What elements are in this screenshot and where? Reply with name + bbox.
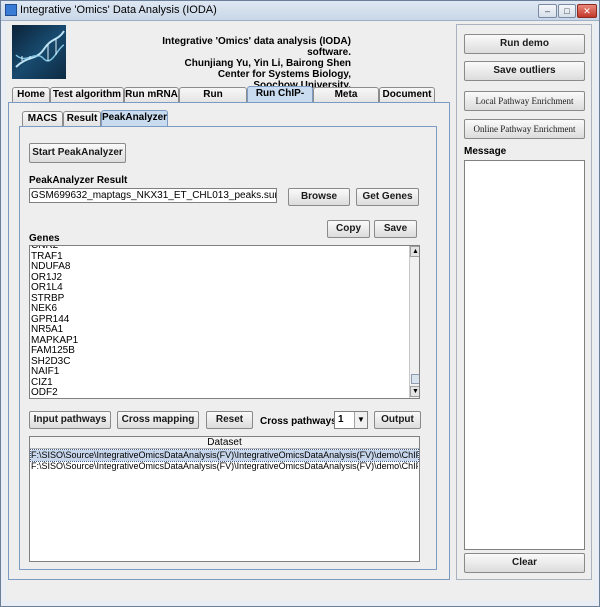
genes-scrollbar[interactable]: ▲ ▼ (409, 246, 419, 398)
cross-pathways-value: 1 (338, 414, 344, 425)
run-demo-button[interactable]: Run demo (464, 34, 585, 54)
message-label: Message (464, 146, 507, 157)
client-area: Integrative 'Omics' data analysis (IODA)… (6, 21, 594, 601)
gene-list-item[interactable]: NDUFA8 (31, 261, 70, 272)
cross-mapping-button[interactable]: Cross mapping (117, 411, 199, 429)
tab-run-chip-seq[interactable]: Run ChIP-seq (247, 86, 313, 113)
close-button[interactable]: ✕ (577, 4, 597, 18)
header-text: Integrative 'Omics' data analysis (IODA)… (126, 36, 351, 91)
cross-pathways-label: Cross pathways (260, 416, 337, 427)
right-panel: Run demo Save outliers Local Pathway Enr… (456, 24, 592, 580)
tab-run-microrna[interactable]: Run microRNA (179, 87, 247, 114)
local-pathway-enrichment-button[interactable]: Local Pathway Enrichment (464, 91, 585, 111)
tab-document[interactable]: Document (379, 87, 435, 102)
tab-test-algorithm[interactable]: Test algorithm (50, 87, 124, 102)
gene-list-item[interactable]: NR5A1 (31, 324, 63, 335)
tab-home[interactable]: Home (12, 87, 50, 102)
reset-button[interactable]: Reset (206, 411, 253, 429)
copy-button[interactable]: Copy (327, 220, 370, 238)
gene-list-item[interactable]: OR1L4 (31, 282, 63, 293)
gene-list-item[interactable]: FAM125B (31, 345, 75, 356)
gene-list-item[interactable]: MAPKAP1 (31, 335, 78, 346)
scroll-thumb[interactable] (411, 374, 419, 384)
peakanalyzer-result-field[interactable]: GSM699632_maptags_NKX31_ET_CHL013_peaks.… (29, 188, 277, 203)
input-pathways-button[interactable]: Input pathways (29, 411, 111, 429)
gene-list-item[interactable]: TRAF1 (31, 251, 63, 262)
chip-seq-panel: MACS Result PeakAnalyzer Start PeakAnaly… (8, 102, 450, 580)
cross-pathways-select[interactable]: 1 ▼ (334, 411, 368, 429)
save-button[interactable]: Save (374, 220, 417, 238)
gene-list-item[interactable]: NEK6 (31, 303, 57, 314)
subtab-macs[interactable]: MACS (22, 111, 63, 126)
subtab-peakanalyzer[interactable]: PeakAnalyzer (101, 110, 168, 126)
genes-list[interactable]: CNR2 TRAF1 NDUFA8 OR1J2 OR1L4 STRBP NEK6 GPR144… (29, 245, 420, 399)
dna-helix-icon (15, 30, 65, 68)
title-bar[interactable]: Integrative 'Omics' Data Analysis (IODA)… (1, 1, 599, 21)
gene-list-item[interactable]: ODF2 (31, 387, 58, 398)
dna-logo (12, 25, 66, 79)
window-title: Integrative 'Omics' Data Analysis (IODA) (20, 4, 217, 16)
gene-list-item[interactable]: STRBP (31, 293, 64, 304)
dataset-header: Dataset (30, 437, 419, 449)
gene-list-item[interactable]: CIZ1 (31, 377, 53, 388)
scroll-down-icon[interactable]: ▼ (410, 386, 419, 397)
header-line1: Integrative 'Omics' data analysis (IODA)… (162, 36, 351, 58)
start-peakanalyzer-button[interactable]: Start PeakAnalyzer (29, 143, 126, 163)
get-genes-button[interactable]: Get Genes (356, 188, 419, 206)
maximize-button[interactable]: □ (558, 4, 576, 18)
peakanalyzer-panel: Start PeakAnalyzer PeakAnalyzer Result G… (19, 126, 437, 570)
gene-list-item[interactable]: GPR144 (31, 314, 69, 325)
scroll-up-icon[interactable]: ▲ (410, 246, 419, 257)
dataset-row[interactable]: F:\SISO\Source\IntegrativeOmicsDataAnaly… (31, 461, 418, 472)
tab-run-mrna[interactable]: Run mRNA (124, 87, 179, 102)
dataset-table[interactable]: Dataset F:\SISO\Source\IntegrativeOmicsD… (29, 436, 420, 562)
dataset-row[interactable]: F:\SISO\Source\IntegrativeOmicsDataAnaly… (30, 449, 419, 462)
browse-button[interactable]: Browse (288, 188, 350, 206)
gene-list-item[interactable]: SH2D3C (31, 356, 70, 367)
genes-label: Genes (29, 233, 60, 244)
online-pathway-enrichment-button[interactable]: Online Pathway Enrichment (464, 119, 585, 139)
message-area[interactable] (464, 160, 585, 550)
output-button[interactable]: Output (374, 411, 421, 429)
app-icon (5, 4, 17, 16)
header-line3: Center for Systems Biology, (217, 69, 351, 80)
subtab-result[interactable]: Result (63, 111, 101, 126)
gene-list-item[interactable]: NAIF1 (31, 366, 59, 377)
minimize-button[interactable]: – (538, 4, 557, 18)
tab-meta-analysis[interactable]: Meta analysis (313, 87, 379, 114)
clear-button[interactable]: Clear (464, 553, 585, 573)
gene-list-item[interactable]: OR1J2 (31, 272, 62, 283)
save-outliers-button[interactable]: Save outliers (464, 61, 585, 81)
chevron-down-icon[interactable]: ▼ (354, 412, 367, 428)
peakanalyzer-result-label: PeakAnalyzer Result (29, 175, 128, 186)
header-line2: Chunjiang Yu, Yin Li, Bairong Shen (184, 58, 352, 69)
